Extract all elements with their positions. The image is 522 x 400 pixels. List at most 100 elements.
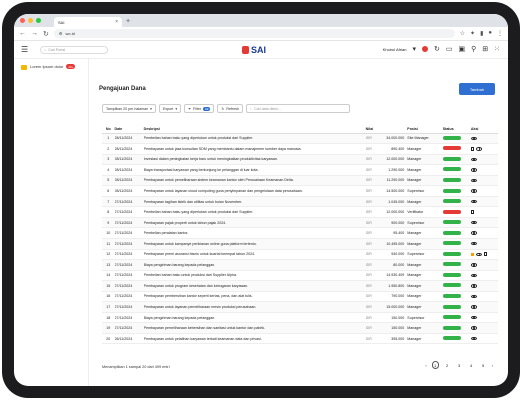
- address-bar[interactable]: ⚙ wo.id: [53, 29, 455, 38]
- trash-icon[interactable]: [484, 252, 488, 257]
- edit-icon[interactable]: [470, 252, 475, 257]
- currency-label: IDR: [365, 136, 372, 141]
- next-page-icon[interactable]: ›: [492, 363, 493, 368]
- view-icon[interactable]: [470, 273, 477, 278]
- table-row[interactable]: 16 27/11/2024 Pembayaran pembersihan kanto…: [102, 291, 498, 303]
- table-row[interactable]: 2 28/11/2024 Pembayaran untuk jasa konsult…: [102, 143, 498, 155]
- edit-icon[interactable]: [470, 147, 475, 151]
- add-button[interactable]: Tambah: [459, 83, 495, 95]
- table-search-input[interactable]: ⌕ Cari data disini...: [246, 104, 350, 113]
- view-icon[interactable]: [470, 178, 477, 183]
- view-icon[interactable]: [470, 326, 477, 330]
- export-button[interactable]: Export ▾: [158, 104, 182, 113]
- apps-icon[interactable]: ⁙: [494, 45, 500, 53]
- page-button[interactable]: 1: [431, 361, 439, 369]
- table-row[interactable]: 8 27/11/2024 Pembelian bahan baku yang dip…: [102, 206, 498, 218]
- forward-icon[interactable]: →: [31, 30, 38, 37]
- page-button[interactable]: 5: [480, 361, 487, 369]
- hamburger-menu-icon[interactable]: ☰: [21, 45, 28, 54]
- table-row[interactable]: 9 27/11/2024 Pembayaran pajak properti unt…: [102, 217, 498, 229]
- table-row[interactable]: 13 27/11/2024 Biaya pengiriman barang kepa…: [102, 259, 498, 271]
- table-row[interactable]: 14 27/11/2024 Pembelian bahan baku untuk p…: [102, 270, 498, 282]
- table-row[interactable]: 19 27/11/2024 Pembayaran pemeliharaan kebe…: [102, 322, 498, 334]
- edit-icon[interactable]: [470, 210, 475, 214]
- sync-icon[interactable]: ↻: [434, 45, 440, 53]
- column-header-date[interactable]: Date: [114, 125, 144, 134]
- view-icon[interactable]: [470, 315, 477, 320]
- table-row[interactable]: 7 27/11/2024 Pembayaran tagihan listrik da…: [102, 196, 498, 208]
- table-row[interactable]: 15 27/11/2024 Pembayaran untuk program kes…: [102, 280, 498, 292]
- table-row[interactable]: 18 27/11/2024 Biaya pengiriman barang kepa…: [102, 312, 498, 324]
- maximize-window-button[interactable]: [36, 18, 41, 23]
- view-icon[interactable]: [470, 157, 477, 162]
- link-icon[interactable]: ⚲: [471, 45, 476, 53]
- view-icon[interactable]: [470, 199, 477, 204]
- close-tab-icon[interactable]: ×: [115, 19, 118, 25]
- sidebar-item-lorem-ipsum[interactable]: Lorem Ipsum dolor 20+: [14, 59, 88, 75]
- site-info-icon[interactable]: ⚙: [59, 31, 63, 36]
- amount-value: 900.000: [391, 220, 405, 225]
- currency-label: IDR: [365, 273, 372, 278]
- view-icon[interactable]: [470, 231, 477, 235]
- message-icon[interactable]: ▭: [446, 45, 453, 53]
- view-icon[interactable]: [476, 252, 483, 257]
- reload-icon[interactable]: ↻: [43, 30, 49, 38]
- new-tab-button[interactable]: +: [126, 17, 130, 27]
- column-header-no[interactable]: No: [102, 125, 115, 134]
- page-button[interactable]: 4: [468, 361, 475, 369]
- view-icon[interactable]: [470, 136, 477, 141]
- browser-tab[interactable]: SAI ×: [54, 17, 122, 27]
- portal-search-input[interactable]: ⌕ Cari Portal: [40, 45, 109, 54]
- table-body: 1 28/11/2024 Pembelian bahan baku yang dip…: [102, 133, 498, 345]
- app-logo[interactable]: SAI: [242, 45, 266, 55]
- user-name[interactable]: Khoirul Afrian: [383, 47, 407, 52]
- view-icon[interactable]: [476, 147, 483, 151]
- view-icon[interactable]: [470, 305, 477, 309]
- view-icon[interactable]: [470, 168, 477, 172]
- view-icon[interactable]: [470, 263, 477, 267]
- chevron-down-icon[interactable]: ▾: [412, 45, 416, 53]
- table-row[interactable]: 1 28/11/2024 Pembelian bahan baku yang dip…: [102, 133, 498, 145]
- view-icon[interactable]: [470, 294, 477, 299]
- table-row[interactable]: 6 28/11/2024 Pembayaran untuk layanan clou…: [102, 185, 498, 197]
- table-row[interactable]: 4 28/11/2024 Biaya transportasi karyawan y…: [102, 164, 498, 176]
- view-icon[interactable]: [470, 241, 477, 246]
- column-header-amount[interactable]: Nilai: [365, 125, 408, 134]
- page-button[interactable]: 2: [444, 361, 451, 369]
- table-header-row: No Date Deskripsi Nilai Posisi Status Ak…: [102, 125, 498, 134]
- inbox-icon[interactable]: ▣: [458, 45, 465, 53]
- column-header-status[interactable]: Status: [442, 125, 471, 134]
- row-description: Biaya transportasi karyawan yang berkunj…: [143, 164, 366, 176]
- row-number: 18: [102, 312, 115, 324]
- view-icon[interactable]: [470, 220, 477, 225]
- notification-icon[interactable]: [421, 46, 428, 52]
- column-header-description[interactable]: Deskripsi: [143, 125, 366, 134]
- currency-label: IDR: [365, 178, 372, 183]
- table-row[interactable]: 10 27/11/2024 Pembelian peralatan kantor. I…: [102, 227, 498, 239]
- table-row[interactable]: 3 28/11/2024 Investasi dalam peningkatan k…: [102, 154, 498, 166]
- menu-icon[interactable]: ⋮: [497, 30, 503, 37]
- prev-page-icon[interactable]: ‹: [425, 363, 426, 368]
- view-icon[interactable]: [470, 189, 477, 193]
- minimize-window-button[interactable]: [28, 18, 33, 23]
- table-row[interactable]: 12 27/11/2024 Pembayaran premi asuransi bi…: [102, 249, 498, 261]
- row-position: Manager: [407, 301, 443, 313]
- table-row[interactable]: 11 27/11/2024 Pembayaran untuk kampanye pe…: [102, 238, 498, 250]
- table-row[interactable]: 5 28/11/2024 Pembayaran untuk pemeliharaan…: [102, 175, 498, 187]
- grid-icon[interactable]: ⊞: [482, 45, 488, 53]
- table-row[interactable]: 20 26/11/2024 Pembayaran untuk pelatihan k…: [102, 333, 498, 345]
- back-icon[interactable]: ←: [19, 30, 26, 37]
- table-row[interactable]: 17 27/11/2024 Pembayaran untuk layanan pem…: [102, 301, 498, 313]
- extension-icon[interactable]: ✦: [470, 30, 475, 37]
- view-icon[interactable]: [470, 336, 477, 341]
- page-size-select[interactable]: Tampilkan 20 per halaman ▾: [102, 104, 156, 113]
- page-button[interactable]: 3: [456, 361, 463, 369]
- close-window-button[interactable]: [20, 18, 25, 23]
- view-icon[interactable]: [470, 284, 477, 288]
- refresh-button[interactable]: ↻ Refresh: [217, 104, 243, 113]
- filter-button[interactable]: ⏷ Filter 02: [184, 104, 215, 113]
- profile-icon[interactable]: ●: [488, 30, 492, 37]
- column-header-position[interactable]: Posisi: [407, 125, 443, 134]
- star-icon[interactable]: ☆: [460, 30, 465, 37]
- bookmark-icon[interactable]: ▮: [480, 30, 483, 37]
